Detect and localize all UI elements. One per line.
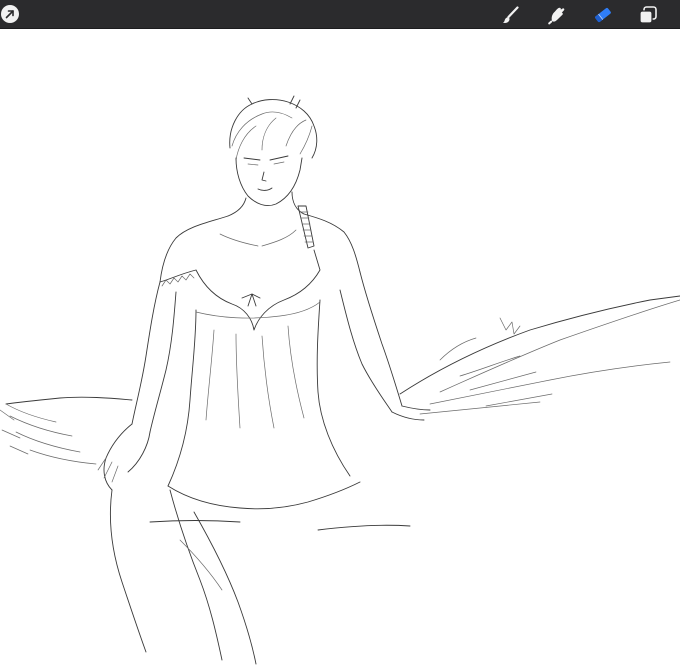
drawing-app-window bbox=[0, 0, 680, 665]
top-toolbar bbox=[0, 0, 680, 29]
actions-button[interactable] bbox=[1, 5, 19, 23]
eraser-tool-button[interactable] bbox=[592, 4, 614, 26]
brush-tool-button[interactable] bbox=[500, 4, 522, 26]
sketch-artwork bbox=[0, 95, 680, 665]
smudge-tool-button[interactable] bbox=[546, 4, 568, 26]
brush-icon bbox=[500, 4, 522, 26]
arrow-icon bbox=[4, 5, 16, 24]
smudge-icon bbox=[546, 4, 568, 26]
layers-icon bbox=[637, 4, 659, 26]
eraser-icon bbox=[592, 4, 614, 26]
layers-tool-button[interactable] bbox=[637, 4, 659, 26]
drawing-canvas[interactable] bbox=[0, 29, 680, 665]
